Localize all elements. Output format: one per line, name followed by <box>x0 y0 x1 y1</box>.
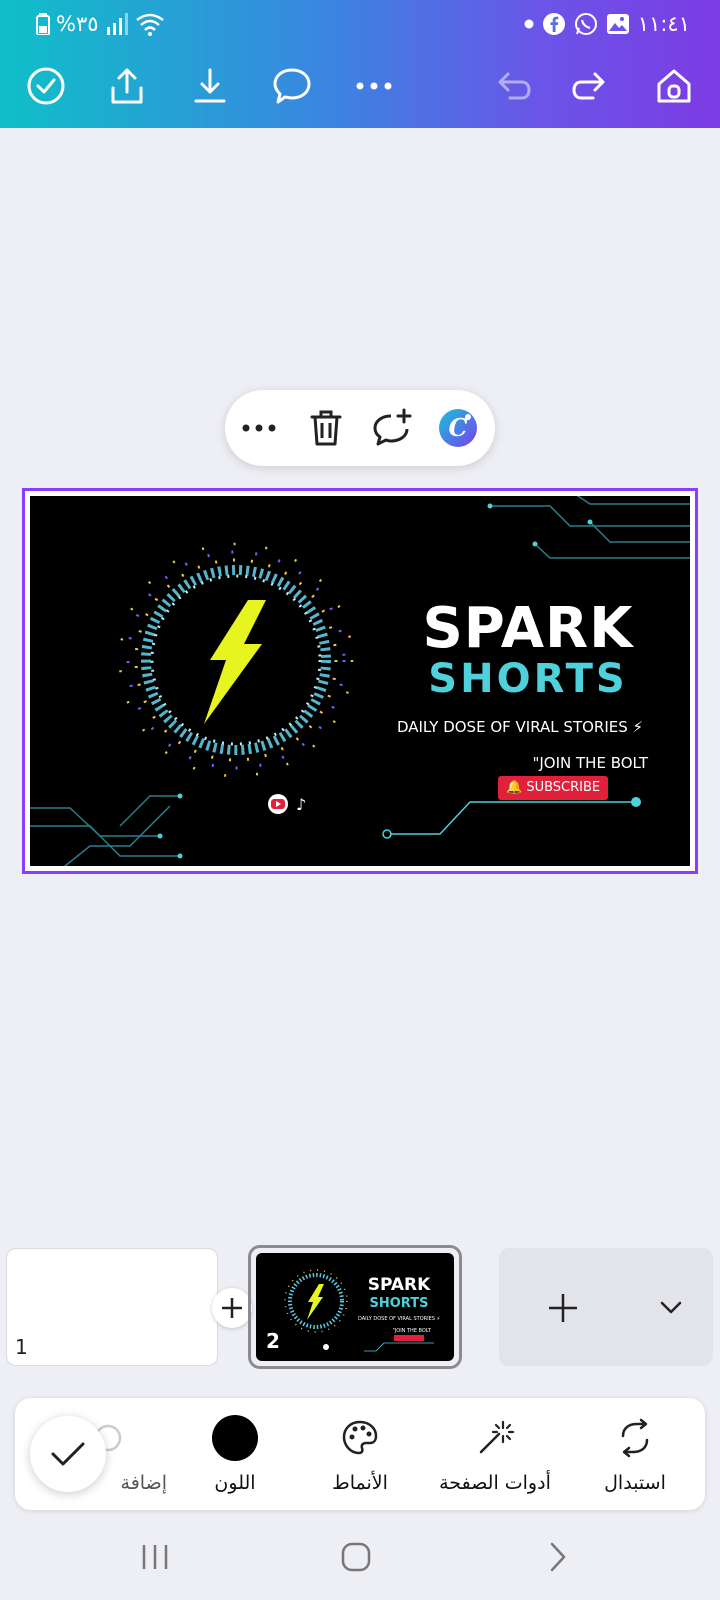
selected-page-frame[interactable]: ♪ SPARK SHORTS DAILY DOSE OF VIRAL STORI… <box>22 488 698 874</box>
undo-icon[interactable] <box>484 58 540 114</box>
tiktok-icon: ♪ <box>296 795 306 814</box>
status-right: ١١:٤١ <box>524 12 690 36</box>
page-number: 1 <box>15 1335 28 1359</box>
page-tools-label: أدوات الصفحة <box>439 1472 551 1494</box>
page-strip: 1 SPARK SHORTS DAILY DOSE OF VIRAL STORI… <box>0 1238 720 1372</box>
home-icon[interactable] <box>646 58 702 114</box>
comment-icon[interactable] <box>264 58 320 114</box>
top-bar: %٣٥ ١١:٤١ <box>0 0 720 128</box>
svg-text:SPARK: SPARK <box>368 1275 431 1295</box>
editor-toolbar <box>0 58 720 118</box>
page-thumbnail-2-preview: SPARK SHORTS DAILY DOSE OF VIRAL STORIES… <box>256 1253 454 1361</box>
status-bar: %٣٥ ١١:٤١ <box>0 0 720 50</box>
status-left: %٣٥ <box>36 12 165 36</box>
design-join-text: "JOIN THE BOLT <box>532 754 648 772</box>
download-icon[interactable] <box>182 58 238 114</box>
recent-apps-icon[interactable] <box>125 1532 185 1582</box>
styles-label: الأنماط <box>332 1472 388 1494</box>
design-tagline: DAILY DOSE OF VIRAL STORIES ⚡ <box>396 718 644 736</box>
subscribe-label: SUBSCRIBE <box>526 780 601 795</box>
chevron-down-icon[interactable] <box>649 1292 693 1324</box>
svg-text:"JOIN THE BOLT: "JOIN THE BOLT <box>392 1328 431 1334</box>
color-label: اللون <box>214 1472 256 1494</box>
svg-text:C: C <box>448 413 467 442</box>
back-icon[interactable] <box>528 1532 588 1582</box>
plus-icon[interactable] <box>541 1286 585 1330</box>
page-thumbnail-1[interactable]: 1 <box>6 1248 218 1366</box>
svg-text:DAILY DOSE OF VIRAL STORIES ⚡: DAILY DOSE OF VIRAL STORIES ⚡ <box>358 1316 441 1322</box>
home-button-icon[interactable] <box>326 1532 386 1582</box>
plus-icon[interactable] <box>212 1288 252 1328</box>
circuit-lines-top <box>490 496 690 559</box>
check-circle-icon[interactable] <box>18 58 74 114</box>
done-button[interactable] <box>30 1416 106 1492</box>
page-number: 2 <box>266 1329 280 1353</box>
color-button[interactable]: اللون <box>195 1412 275 1502</box>
notification-dot-icon <box>524 19 534 29</box>
more-icon[interactable] <box>231 400 287 456</box>
redo-icon[interactable] <box>563 58 619 114</box>
circuit-line-right <box>390 801 634 835</box>
trash-icon[interactable] <box>298 400 354 456</box>
signal-icon <box>106 13 128 35</box>
svg-text:SHORTS: SHORTS <box>370 1296 429 1311</box>
subscribe-badge: 🔔 SUBSCRIBE <box>498 776 609 800</box>
circuit-nodes-bottom <box>157 793 183 859</box>
lightning-bolt-icon <box>204 600 266 724</box>
add-page-panel <box>499 1248 713 1366</box>
palette-icon <box>336 1414 384 1462</box>
circuit-lines-bottom <box>30 795 180 866</box>
add-comment-icon[interactable] <box>364 400 420 456</box>
thumbnail-graphics: SPARK SHORTS DAILY DOSE OF VIRAL STORIES… <box>284 1269 441 1352</box>
circuit-nodes-top <box>487 503 593 547</box>
more-icon[interactable] <box>346 58 402 114</box>
design-subtitle: SHORTS <box>428 656 628 702</box>
circuit-node-ring <box>382 829 392 839</box>
share-icon[interactable] <box>99 58 155 114</box>
whatsapp-icon <box>574 13 597 35</box>
page-tools-button[interactable]: أدوات الصفحة <box>430 1412 560 1502</box>
system-nav-bar <box>0 1518 720 1600</box>
circuit-node-end <box>631 797 641 807</box>
design-page[interactable]: ♪ SPARK SHORTS DAILY DOSE OF VIRAL STORI… <box>30 496 690 866</box>
replace-button[interactable]: استبدال <box>585 1412 685 1502</box>
replace-icon <box>611 1414 659 1462</box>
wifi-icon <box>135 13 164 36</box>
battery-percent: %٣٥ <box>56 12 99 36</box>
replace-label: استبدال <box>604 1472 666 1494</box>
battery-icon <box>36 13 50 35</box>
gallery-icon <box>606 14 629 34</box>
design-title: SPARK <box>422 596 634 661</box>
floating-context-menu: C <box>225 390 495 466</box>
facebook-icon <box>542 13 565 35</box>
check-icon <box>51 1442 85 1466</box>
styles-button[interactable]: الأنماط <box>315 1412 405 1502</box>
color-swatch-icon <box>211 1414 259 1462</box>
bottom-tool-panel: استبدال أدوات الصفحة الأنماط اللون إضافة <box>15 1398 705 1510</box>
magic-wand-icon <box>471 1414 519 1462</box>
clock: ١١:٤١ <box>637 12 690 36</box>
canva-assistant-icon[interactable]: C <box>430 400 486 456</box>
page-thumbnail-2[interactable]: SPARK SHORTS DAILY DOSE OF VIRAL STORIES… <box>248 1245 462 1369</box>
